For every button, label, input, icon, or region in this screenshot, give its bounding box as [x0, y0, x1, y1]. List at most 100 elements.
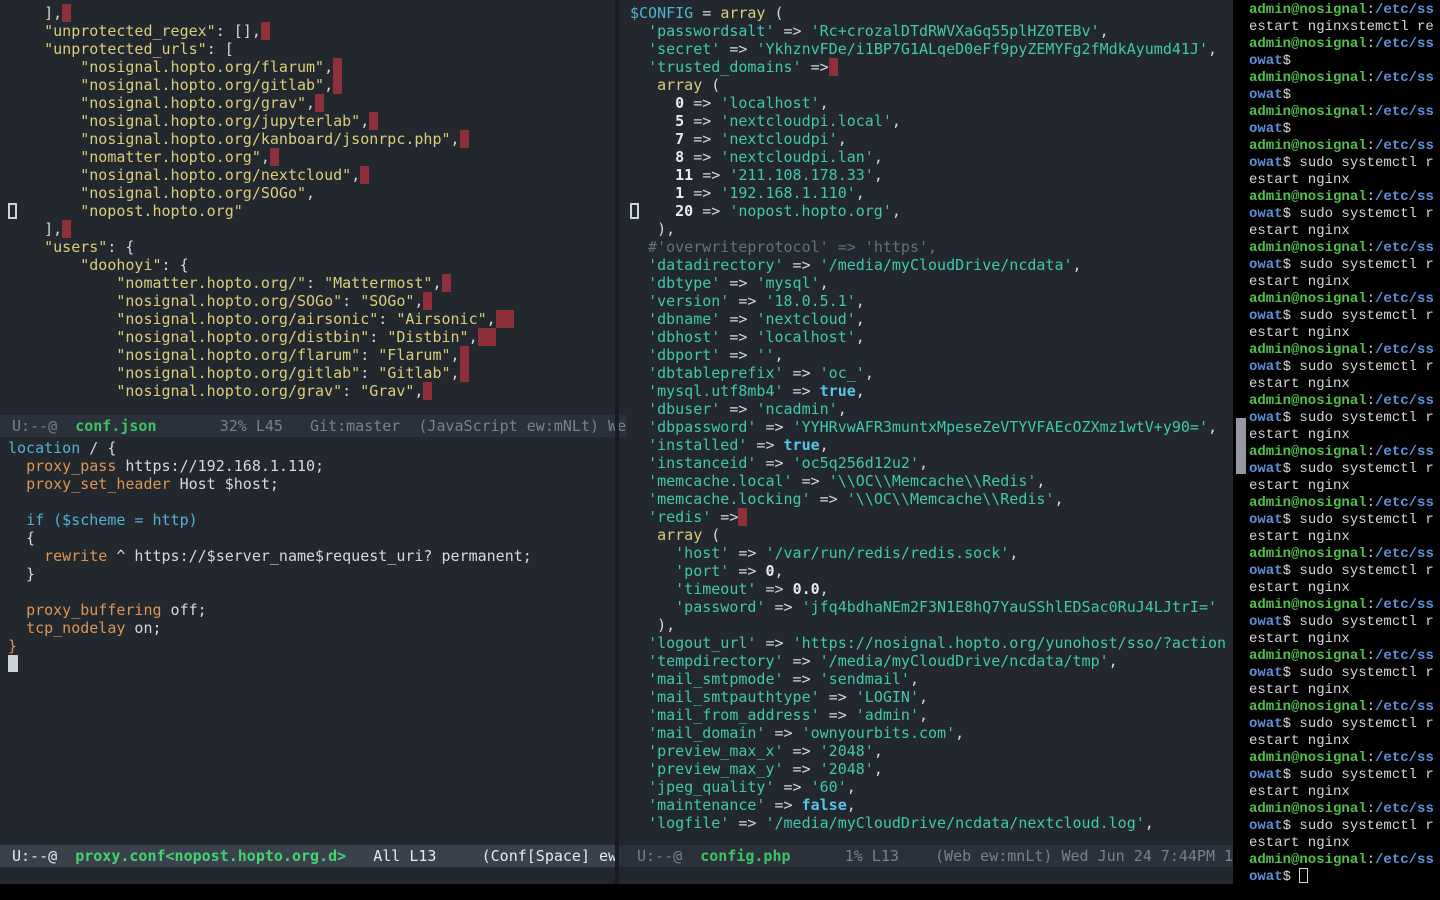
code-line[interactable]: admin@nosignal:/etc/ss	[1249, 138, 1440, 155]
code-line[interactable]: owat$ sudo systemctl r	[1249, 818, 1440, 835]
code-line[interactable]: {	[8, 529, 623, 547]
code-line[interactable]: admin@nosignal:/etc/ss	[1249, 597, 1440, 614]
code-line[interactable]: $CONFIG = array (	[630, 4, 1233, 22]
code-line[interactable]	[8, 493, 623, 511]
code-line[interactable]: 'dbtype' => 'mysql',	[630, 274, 1233, 292]
code-line[interactable]: admin@nosignal:/etc/ss	[1249, 2, 1440, 19]
buffer-proxy-conf[interactable]: location / { proxy_pass https://192.168.…	[0, 437, 623, 847]
code-line[interactable]: }	[8, 637, 623, 655]
code-line[interactable]: estart nginx	[1249, 835, 1440, 852]
code-line[interactable]: tcp_nodelay on;	[8, 619, 623, 637]
code-line[interactable]: admin@nosignal:/etc/ss	[1249, 70, 1440, 87]
code-line[interactable]: estart nginx	[1249, 529, 1440, 546]
code-line[interactable]: estart nginx	[1249, 733, 1440, 750]
code-line[interactable]: 'preview_max_y' => '2048',	[630, 760, 1233, 778]
code-line[interactable]: "nosignal.hopto.org/kanboard/jsonrpc.php…	[8, 130, 623, 148]
code-line[interactable]: 'memcache.local' => '\\OC\\Memcache\\Red…	[630, 472, 1233, 490]
code-line[interactable]: admin@nosignal:/etc/ss	[1249, 546, 1440, 563]
code-line[interactable]: 'preview_max_x' => '2048',	[630, 742, 1233, 760]
code-line[interactable]: if ($scheme = http)	[8, 511, 623, 529]
code-line[interactable]: 'installed' => true,	[630, 436, 1233, 454]
code-line[interactable]: "nomatter.hopto.org",	[8, 148, 623, 166]
code-line[interactable]: estart nginx	[1249, 580, 1440, 597]
code-line[interactable]: 'trusted_domains' =>	[630, 58, 1233, 76]
code-line[interactable]: admin@nosignal:/etc/ss	[1249, 444, 1440, 461]
code-line[interactable]: "unprotected_urls": [	[8, 40, 623, 58]
modeline-proxy-conf[interactable]: U:--@ proxy.conf<nopost.hopto.org.d> All…	[0, 845, 627, 867]
code-line[interactable]: 'mysql.utf8mb4' => true,	[630, 382, 1233, 400]
code-line[interactable]: admin@nosignal:/etc/ss	[1249, 648, 1440, 665]
code-line[interactable]: 'dbpassword' => 'YYHRvwAFR3muntxMpeseZeV…	[630, 418, 1233, 436]
code-line[interactable]: 'dbtableprefix' => 'oc_',	[630, 364, 1233, 382]
code-line[interactable]: ),	[630, 616, 1233, 634]
code-line[interactable]: proxy_pass https://192.168.1.110;	[8, 457, 623, 475]
code-line[interactable]: owat$	[1249, 869, 1440, 886]
code-line[interactable]: 'mail_from_address' => 'admin',	[630, 706, 1233, 724]
code-line[interactable]: estart nginx	[1249, 631, 1440, 648]
code-line[interactable]: "nosignal.hopto.org/SOGo": "SOGo",	[8, 292, 623, 310]
code-line[interactable]: proxy_set_header Host $host;	[8, 475, 623, 493]
scrollbar-thumb[interactable]	[1236, 418, 1246, 474]
code-line[interactable]: estart nginxstemctl re	[1249, 19, 1440, 36]
code-line[interactable]: ),	[630, 220, 1233, 238]
terminal-pane[interactable]: admin@nosignal:/etc/ssestart nginxstemct…	[1233, 0, 1440, 900]
code-line[interactable]: 'password' => 'jfq4bdhaNEm2F3N1E8hQ7YauS…	[630, 598, 1233, 616]
code-line[interactable]: "nosignal.hopto.org/flarum",	[8, 58, 623, 76]
code-line[interactable]: ],	[8, 4, 623, 22]
code-line[interactable]: 'version' => '18.0.5.1',	[630, 292, 1233, 310]
modeline-conf-json[interactable]: U:--@ conf.json 32% L45 Git:master (Java…	[0, 415, 627, 437]
code-line[interactable]: estart nginx	[1249, 376, 1440, 393]
code-line[interactable]: 8 => 'nextcloudpi.lan',	[630, 148, 1233, 166]
code-line[interactable]: "nosignal.hopto.org/airsonic": "Airsonic…	[8, 310, 623, 328]
code-line[interactable]: estart nginx	[1249, 682, 1440, 699]
code-line[interactable]: "nosignal.hopto.org/SOGo",	[8, 184, 623, 202]
code-line[interactable]: ],	[8, 220, 623, 238]
code-line[interactable]: "nosignal.hopto.org/flarum": "Flarum",	[8, 346, 623, 364]
code-line[interactable]: "nosignal.hopto.org/gitlab": "Gitlab",	[8, 364, 623, 382]
code-line[interactable]: admin@nosignal:/etc/ss	[1249, 699, 1440, 716]
code-line[interactable]: 7 => 'nextcloudpi',	[630, 130, 1233, 148]
modeline-config-php[interactable]: U:--@ config.php 1% L13 (Web ew:mnLt) We…	[619, 845, 1233, 867]
code-line[interactable]: 'jpeg_quality' => '60',	[630, 778, 1233, 796]
code-line[interactable]: owat$ sudo systemctl r	[1249, 614, 1440, 631]
code-line[interactable]: estart nginx	[1249, 427, 1440, 444]
code-line[interactable]: "unprotected_regex": [],	[8, 22, 623, 40]
code-line[interactable]: "nomatter.hopto.org/": "Mattermost",	[8, 274, 623, 292]
code-line[interactable]: admin@nosignal:/etc/ss	[1249, 801, 1440, 818]
code-line[interactable]: owat$ sudo systemctl r	[1249, 359, 1440, 376]
code-line[interactable]: 'logfile' => '/media/myCloudDrive/ncdata…	[630, 814, 1233, 832]
code-line[interactable]: owat$ sudo systemctl r	[1249, 716, 1440, 733]
code-line[interactable]: #'overwriteprotocol' => 'https',	[630, 238, 1233, 256]
buffer-conf-json[interactable]: ], "unprotected_regex": [], "unprotected…	[0, 0, 623, 419]
code-line[interactable]: 0 => 'localhost',	[630, 94, 1233, 112]
code-line[interactable]: owat$	[1249, 121, 1440, 138]
code-line[interactable]: owat$	[1249, 53, 1440, 70]
code-line[interactable]: 'tempdirectory' => '/media/myCloudDrive/…	[630, 652, 1233, 670]
code-line[interactable]: owat$ sudo systemctl r	[1249, 767, 1440, 784]
code-line[interactable]: "nopost.hopto.org"	[8, 202, 623, 220]
code-line[interactable]: admin@nosignal:/etc/ss	[1249, 291, 1440, 308]
code-line[interactable]: 11 => '211.108.178.33',	[630, 166, 1233, 184]
code-line[interactable]: "nosignal.hopto.org/nextcloud",	[8, 166, 623, 184]
code-line[interactable]: 'secret' => 'YkhznvFDe/i1BP7G1ALqeD0eFf9…	[630, 40, 1233, 58]
code-line[interactable]: estart nginx	[1249, 172, 1440, 189]
code-line[interactable]: owat$ sudo systemctl r	[1249, 308, 1440, 325]
code-line[interactable]	[8, 655, 623, 673]
code-line[interactable]: 'timeout' => 0.0,	[630, 580, 1233, 598]
code-line[interactable]: admin@nosignal:/etc/ss	[1249, 750, 1440, 767]
code-line[interactable]: 'memcache.locking' => '\\OC\\Memcache\\R…	[630, 490, 1233, 508]
code-line[interactable]: 'port' => 0,	[630, 562, 1233, 580]
code-line[interactable]: owat$ sudo systemctl r	[1249, 206, 1440, 223]
code-line[interactable]: 'mail_smtpmode' => 'sendmail',	[630, 670, 1233, 688]
code-line[interactable]: 'instanceid' => 'oc5q256d12u2',	[630, 454, 1233, 472]
code-line[interactable]: 'redis' =>	[630, 508, 1233, 526]
code-line[interactable]: 'datadirectory' => '/media/myCloudDrive/…	[630, 256, 1233, 274]
code-line[interactable]: admin@nosignal:/etc/ss	[1249, 852, 1440, 869]
code-line[interactable]: admin@nosignal:/etc/ss	[1249, 393, 1440, 410]
code-line[interactable]: owat$ sudo systemctl r	[1249, 563, 1440, 580]
code-line[interactable]: admin@nosignal:/etc/ss	[1249, 36, 1440, 53]
code-line[interactable]: owat$ sudo systemctl r	[1249, 410, 1440, 427]
buffer-config-php[interactable]: $CONFIG = array ( 'passwordsalt' => 'Rc+…	[619, 0, 1233, 849]
code-line[interactable]: estart nginx	[1249, 478, 1440, 495]
code-line[interactable]: 'passwordsalt' => 'Rc+crozalDTdRWVXaGq55…	[630, 22, 1233, 40]
